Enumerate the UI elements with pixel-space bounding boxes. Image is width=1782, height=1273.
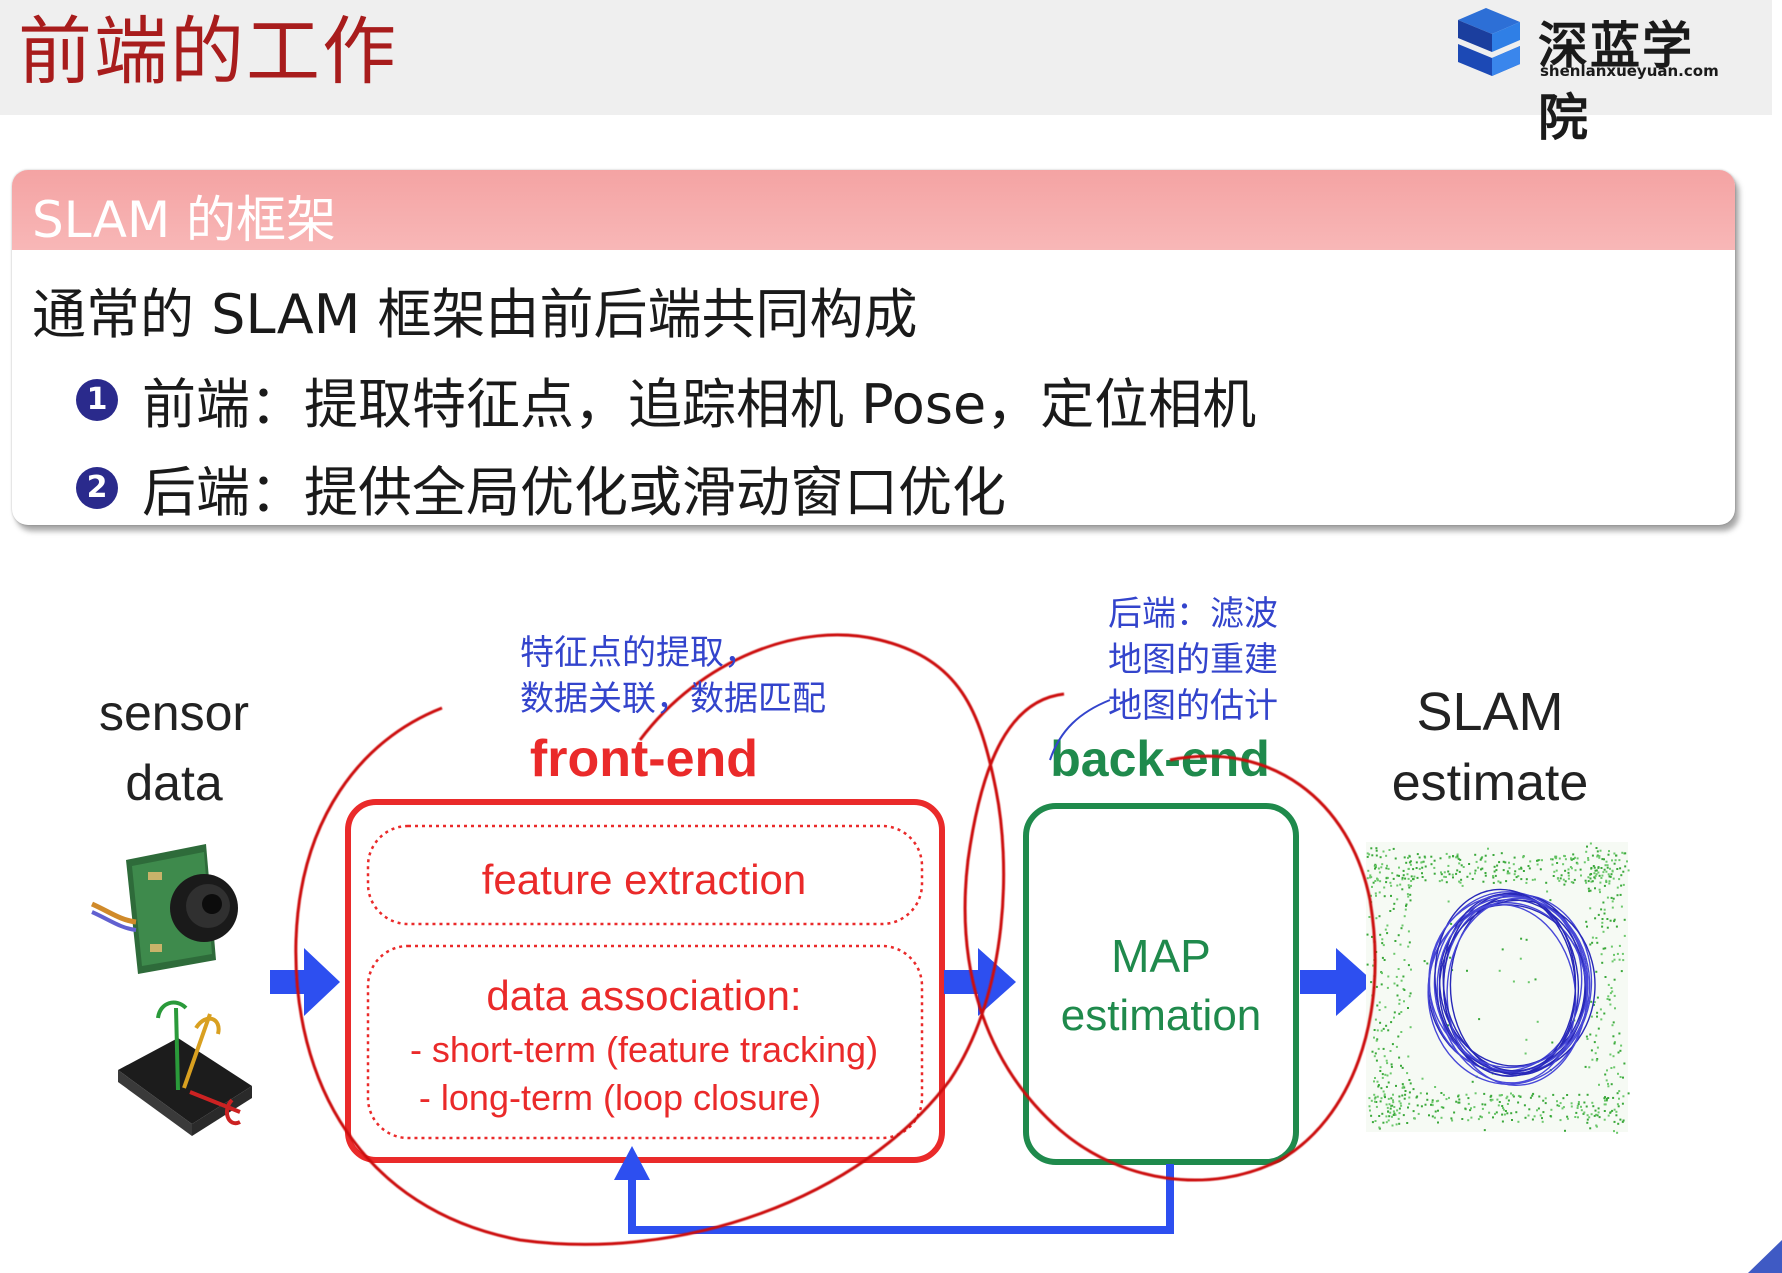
- sensor-label-line2: data: [125, 755, 223, 811]
- long-term-label: - long-term (loop closure): [419, 1077, 821, 1118]
- card-title: SLAM 的框架: [32, 191, 336, 249]
- blue-ink-underline: [1049, 699, 1111, 761]
- slam-map-image: [1366, 842, 1630, 1134]
- bullet-backend: 2 后端：提供全局优化或滑动窗口优化: [76, 448, 1006, 525]
- slam-estimate-line2: estimate: [1392, 754, 1589, 812]
- frontend-note-line2: 数据关联，数据匹配: [520, 679, 826, 719]
- bullet-number: 1: [76, 378, 118, 421]
- frontend-box: [345, 799, 945, 1163]
- map-label-line2: estimation: [1061, 991, 1262, 1040]
- bullet-number: 2: [76, 466, 118, 509]
- backend-box: [1023, 803, 1299, 1165]
- corner-decoration: [1748, 1240, 1782, 1273]
- slide-title: 前端的工作: [18, 9, 398, 95]
- logo: 深蓝学院 shenlanxueyuan.com: [1444, 4, 1744, 147]
- backend-annotation: 后端：滤波 地图的重建 地图的估计: [1108, 591, 1278, 729]
- frontend-title: front-end: [530, 730, 758, 788]
- arrow-frontend-to-backend-icon: [944, 948, 1016, 1016]
- arrow-backend-to-estimate-icon: [1300, 948, 1374, 1016]
- backend-note-line2: 地图的重建: [1108, 640, 1278, 680]
- camera-image: [90, 844, 238, 974]
- imu-image: [118, 1000, 252, 1136]
- slam-framework-card: SLAM 的框架 通常的 SLAM 框架由前后端共同构成 1 前端：提取特征点，…: [12, 170, 1735, 525]
- short-term-label: - short-term (feature tracking): [410, 1029, 878, 1070]
- logo-text-en: shenlanxueyuan.com: [1540, 62, 1719, 80]
- bullet-text: 后端：提供全局优化或滑动窗口优化: [142, 461, 1006, 524]
- data-association-box: [366, 944, 924, 1140]
- loop-closure-arrow-icon: [614, 1146, 1174, 1234]
- backend-note-line1: 后端：滤波: [1108, 594, 1278, 634]
- feature-extraction-label: feature extraction: [482, 856, 807, 903]
- logo-mark-icon: [1458, 8, 1520, 76]
- frontend-annotation: 特征点的提取， 数据关联，数据匹配: [520, 630, 826, 722]
- sensor-label-line1: sensor: [99, 685, 249, 741]
- card-intro: 通常的 SLAM 框架由前后端共同构成: [32, 283, 918, 346]
- feature-extraction-box: [366, 824, 924, 926]
- slam-estimate-line1: SLAM: [1416, 682, 1563, 742]
- data-association-label: data association:: [486, 972, 801, 1019]
- backend-title: back-end: [1050, 731, 1270, 787]
- bullet-text: 前端：提取特征点，追踪相机 Pose，定位相机: [142, 373, 1257, 436]
- title-bar: 前端的工作 深蓝学院 shenlanxueyuan.com: [0, 0, 1772, 147]
- backend-note-line3: 地图的估计: [1108, 686, 1278, 726]
- frontend-note-line1: 特征点的提取，: [520, 633, 758, 673]
- card-header: SLAM 的框架: [12, 170, 1735, 250]
- arrow-sensor-to-frontend-icon: [270, 948, 340, 1016]
- map-label-line1: MAP: [1111, 930, 1211, 982]
- bullet-frontend: 1 前端：提取特征点，追踪相机 Pose，定位相机: [76, 360, 1256, 439]
